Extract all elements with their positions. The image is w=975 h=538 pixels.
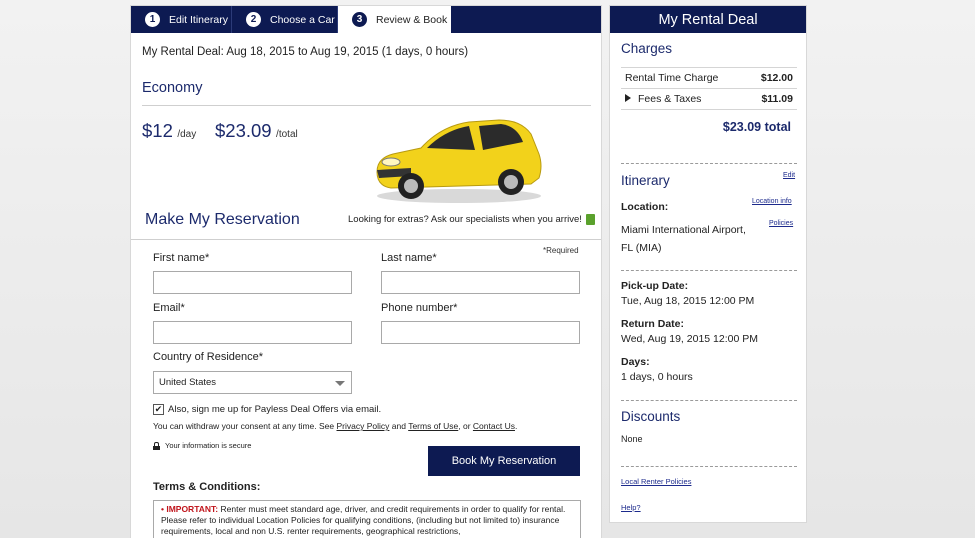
- discounts-value: None: [621, 434, 643, 444]
- step-number: 2: [246, 12, 261, 27]
- discounts-title: Discounts: [621, 409, 681, 424]
- step-choose-car[interactable]: 2 Choose a Car: [232, 6, 338, 33]
- country-label: Country of Residence*: [153, 351, 264, 363]
- fees-label: Fees & Taxes: [638, 93, 702, 105]
- reservation-panel: 1 Edit Itinerary 2 Choose a Car 3 Review…: [130, 5, 602, 538]
- return-label: Return Date:: [621, 318, 685, 330]
- lock-icon: [153, 441, 160, 450]
- divider: [131, 239, 601, 240]
- location-value: Miami International Airport, FL (MIA): [621, 221, 746, 257]
- step-number: 3: [352, 12, 367, 27]
- charge-label: Rental Time Charge: [625, 72, 719, 84]
- step-nav: 1 Edit Itinerary 2 Choose a Car 3 Review…: [131, 6, 601, 33]
- caret-right-icon: [625, 94, 631, 102]
- email-label: Email*: [153, 302, 185, 314]
- step-edit-itinerary[interactable]: 1 Edit Itinerary: [131, 6, 232, 33]
- divider: [621, 270, 797, 271]
- required-note: *Required: [543, 246, 579, 255]
- phone-field[interactable]: [381, 321, 580, 344]
- extras-text: Looking for extras? Ask our specialists …: [348, 214, 582, 225]
- charge-amount: $11.09: [761, 93, 793, 105]
- pickup-label: Pick-up Date:: [621, 280, 689, 292]
- email-optin: ✔ Also, sign me up for Payless Deal Offe…: [153, 404, 381, 415]
- secure-note: Your information is secure: [153, 441, 251, 450]
- reservation-title: Make My Reservation: [145, 211, 300, 228]
- local-renter-policies-link[interactable]: Local Renter Policies: [621, 477, 691, 486]
- contact-us-link[interactable]: Contact Us: [473, 421, 515, 431]
- pickup-value: Tue, Aug 18, 2015 12:00 PM: [621, 295, 755, 307]
- country-value: United States: [159, 377, 217, 388]
- charge-amount: $12.00: [760, 72, 793, 84]
- step-label: Choose a Car: [270, 13, 335, 26]
- email-field[interactable]: [153, 321, 352, 344]
- terms-of-use-link[interactable]: Terms of Use: [408, 421, 458, 431]
- edit-itinerary-link[interactable]: Edit: [783, 172, 795, 179]
- terms-important-label: • IMPORTANT:: [161, 504, 219, 514]
- divider: [142, 105, 591, 106]
- and-text: and: [391, 421, 406, 431]
- itinerary-title: Itinerary: [621, 173, 670, 188]
- deal-summary: My Rental Deal: Aug 18, 2015 to Aug 19, …: [142, 46, 469, 58]
- terms-body: Renter must meet standard age, driver, a…: [161, 504, 566, 536]
- car-image: [376, 119, 542, 203]
- privacy-policy-link[interactable]: Privacy Policy: [337, 421, 390, 431]
- chevron-down-icon: [335, 381, 345, 386]
- rental-deal-sidebar: My Rental Deal Charges Rental Time Charg…: [609, 5, 807, 523]
- country-select[interactable]: United States: [153, 371, 352, 394]
- location-label: Location:: [621, 201, 669, 213]
- last-name-label: Last name*: [381, 252, 437, 264]
- total-price: $23.09 /total: [215, 120, 298, 142]
- divider: [621, 163, 797, 164]
- divider: [621, 400, 797, 401]
- extras-tag-icon: [585, 214, 595, 225]
- charge-row: Rental Time Charge $12.00: [621, 67, 797, 89]
- days-label: Days:: [621, 356, 650, 368]
- optin-checkbox[interactable]: ✔: [153, 404, 164, 415]
- step-number: 1: [145, 12, 160, 27]
- last-name-field[interactable]: [381, 271, 580, 294]
- or-text: , or: [458, 421, 471, 431]
- policies-link[interactable]: Policies: [769, 220, 793, 227]
- phone-label: Phone number*: [381, 302, 458, 314]
- daily-price-unit: /day: [177, 129, 197, 140]
- total-amount: $23.09 total: [722, 120, 791, 134]
- terms-box[interactable]: • IMPORTANT: Renter must meet standard a…: [153, 500, 581, 538]
- book-reservation-button[interactable]: Book My Reservation: [428, 446, 580, 476]
- step-review-book[interactable]: 3 Review & Book: [338, 6, 451, 33]
- secure-text: Your information is secure: [165, 441, 252, 450]
- consent-prefix: You can withdraw your consent at any tim…: [153, 421, 335, 431]
- location-line: Miami International Airport,: [621, 224, 746, 236]
- step-label: Edit Itinerary: [169, 13, 228, 26]
- return-value: Wed, Aug 19, 2015 12:00 PM: [621, 333, 758, 345]
- charges-table: Rental Time Charge $12.00 Fees & Taxes $…: [621, 67, 797, 110]
- total-price-unit: /total: [276, 129, 298, 140]
- first-name-label: First name*: [153, 252, 210, 264]
- period-text: .: [514, 421, 518, 431]
- total-price-value: $23.09: [215, 120, 272, 141]
- divider: [621, 466, 797, 467]
- optin-label: Also, sign me up for Payless Deal Offers…: [168, 404, 382, 415]
- days-value: 1 days, 0 hours: [621, 371, 693, 383]
- help-link[interactable]: Help?: [621, 503, 641, 512]
- consent-note: You can withdraw your consent at any tim…: [153, 421, 517, 431]
- location-info-link[interactable]: Location info: [752, 198, 792, 205]
- first-name-field[interactable]: [153, 271, 352, 294]
- charges-title: Charges: [621, 41, 673, 56]
- charge-row-fees[interactable]: Fees & Taxes $11.09: [621, 89, 797, 110]
- daily-price-value: $12: [142, 120, 173, 141]
- daily-price: $12 /day: [142, 120, 196, 142]
- charge-label: Fees & Taxes: [625, 93, 701, 105]
- terms-title: Terms & Conditions:: [153, 481, 261, 493]
- step-label: Review & Book: [376, 13, 448, 26]
- car-class-title: Economy: [142, 80, 203, 96]
- sidebar-title: My Rental Deal: [610, 6, 806, 33]
- extras-note: Looking for extras? Ask our specialists …: [348, 214, 595, 225]
- location-line: FL (MIA): [621, 242, 662, 254]
